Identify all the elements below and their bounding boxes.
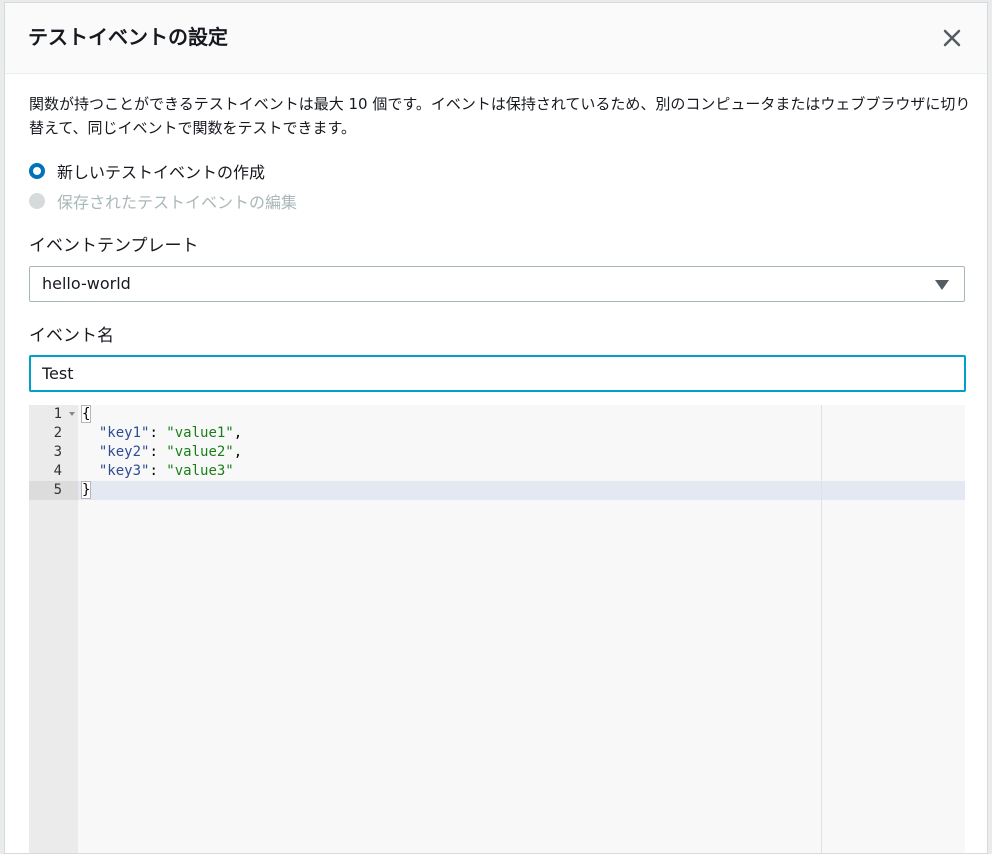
- json-code-editor[interactable]: 1 2 3 4 5 { "key1": "value1", "key2": "v…: [29, 405, 965, 853]
- radio-edit-label: 保存されたテストイベントの編集: [57, 193, 298, 212]
- active-line-highlight: [78, 481, 965, 500]
- print-margin: [821, 405, 822, 853]
- line-number: 4: [53, 463, 62, 479]
- code-line: "key3": "value3": [98, 463, 234, 479]
- radio-create-new-event[interactable]: 新しいテストイベントの作成: [29, 160, 265, 182]
- fold-arrow-icon[interactable]: [69, 412, 75, 416]
- radio-selected-icon[interactable]: [29, 163, 45, 179]
- caret-down-icon: [935, 280, 949, 290]
- event-name-input[interactable]: [29, 355, 966, 392]
- event-template-label: イベントテンプレート: [29, 236, 199, 256]
- radio-edit-saved-event: 保存されたテストイベントの編集: [29, 190, 297, 212]
- modal-header: テストイベントの設定: [5, 3, 987, 74]
- code-line: {: [80, 405, 92, 423]
- radio-create-label[interactable]: 新しいテストイベントの作成: [57, 159, 265, 183]
- close-icon[interactable]: [939, 25, 965, 51]
- test-event-modal: テストイベントの設定 関数が持つことができるテストイベントは最大 10 個です。…: [4, 2, 988, 854]
- line-number: 3: [53, 444, 62, 460]
- event-name-label: イベント名: [29, 326, 114, 346]
- line-number-active: 5: [29, 481, 78, 500]
- code-line: "key1": "value1",: [98, 425, 243, 441]
- line-number: 1: [29, 405, 78, 424]
- code-line: "key2": "value2",: [98, 444, 243, 460]
- radio-disabled-icon: [29, 193, 45, 209]
- editor-gutter: 1 2 3 4 5: [29, 405, 78, 853]
- modal-description: 関数が持つことができるテストイベントは最大 10 個です。イベントは保持されてい…: [29, 95, 971, 137]
- modal-title: テストイベントの設定: [28, 25, 228, 49]
- event-template-select[interactable]: hello-world: [29, 266, 965, 302]
- code-line: }: [80, 481, 92, 499]
- event-template-value: hello-world: [42, 274, 131, 293]
- line-number: 2: [53, 425, 62, 441]
